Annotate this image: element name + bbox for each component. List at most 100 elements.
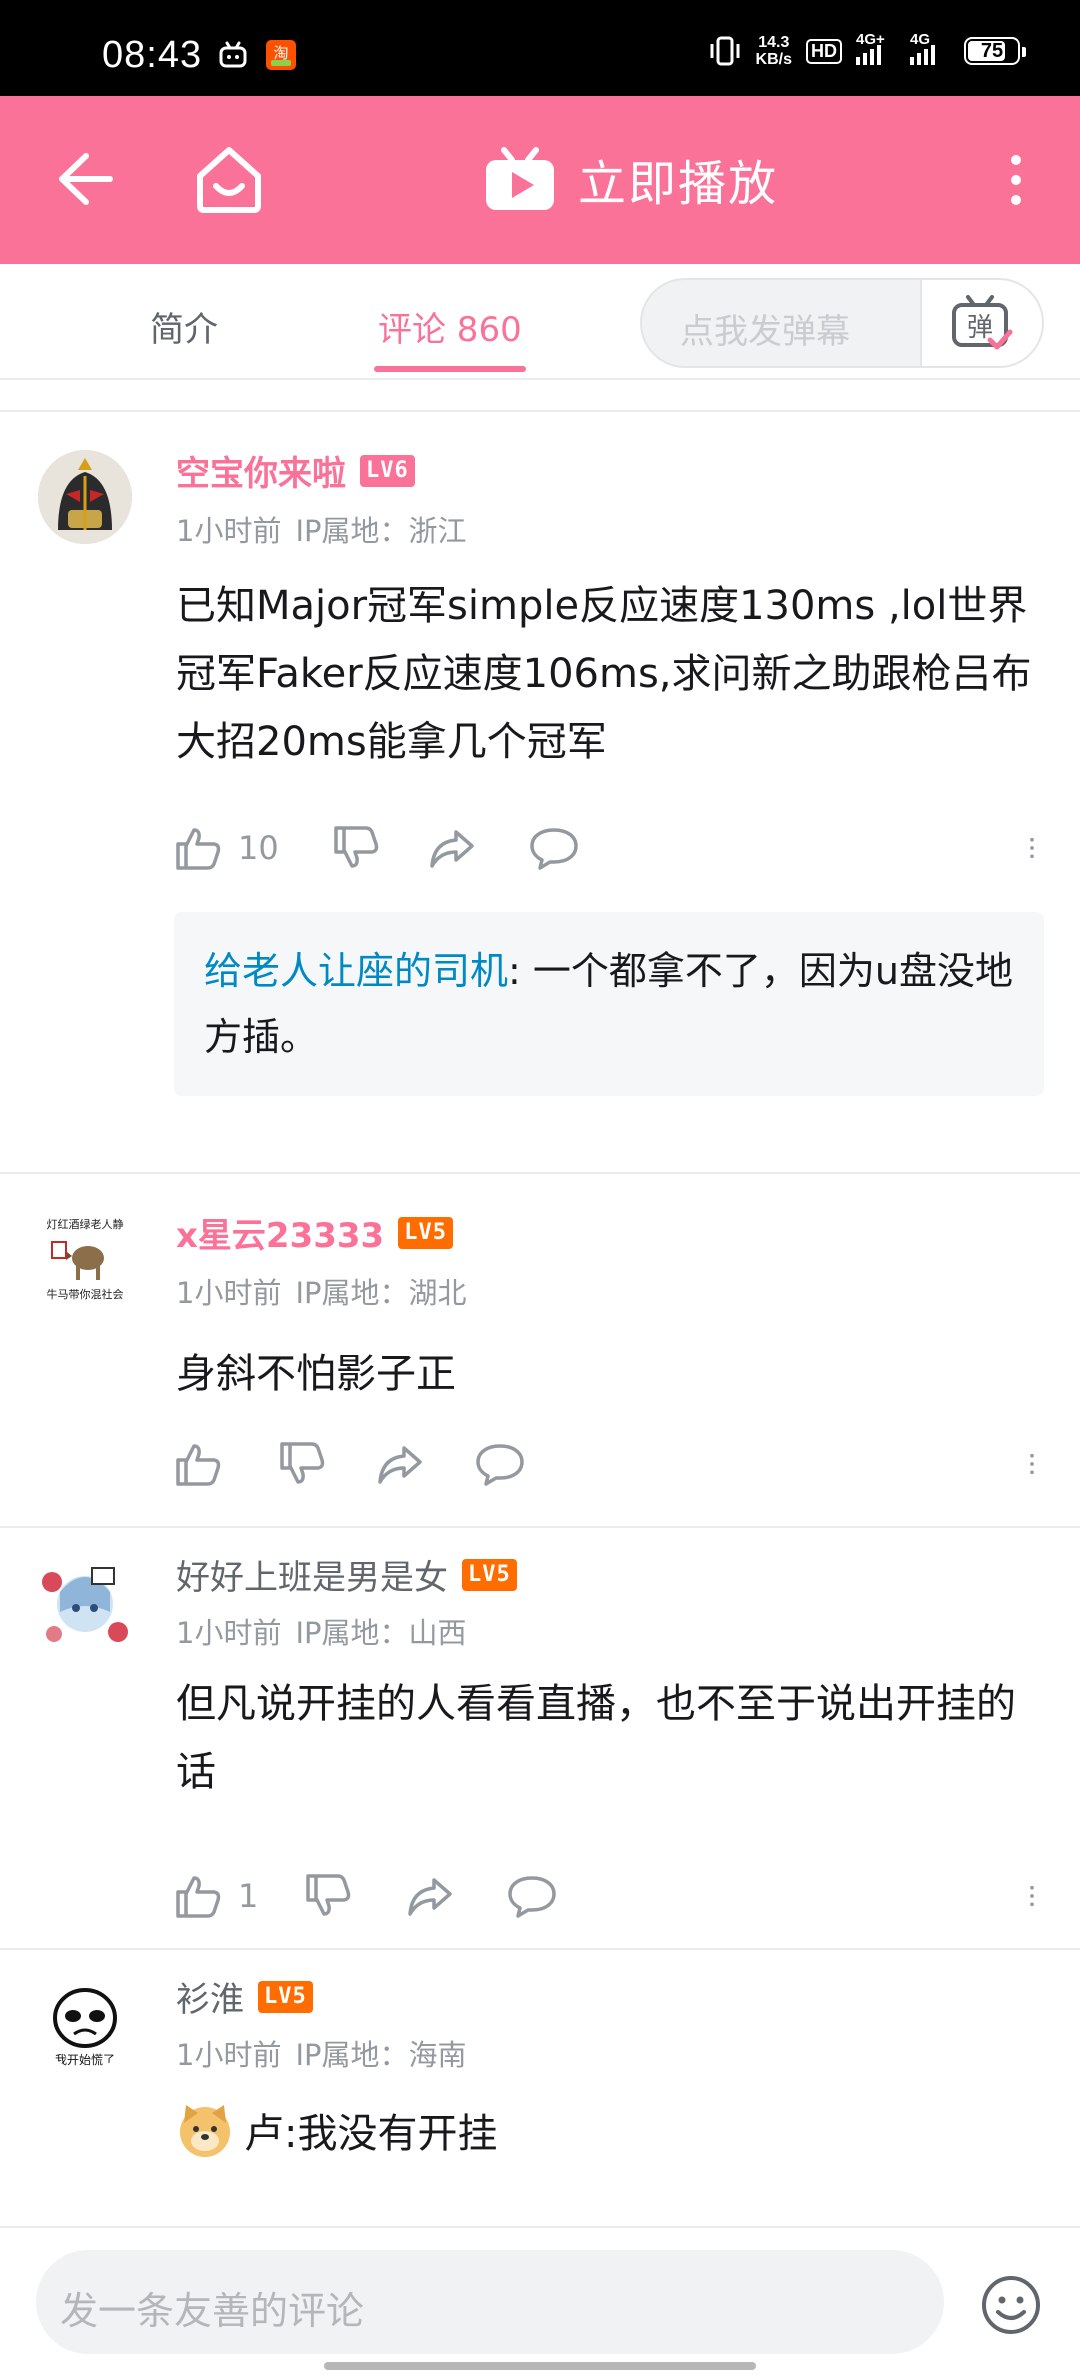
comment-bubble-icon: [476, 1444, 524, 1486]
comment-ip: IP属地：山西: [295, 1616, 467, 1650]
comment-meta: 1小时前 IP属地：浙江: [176, 508, 467, 550]
dislike-button[interactable]: [276, 1438, 328, 1490]
danmaku-button[interactable]: 弹: [920, 280, 1042, 366]
comment-ip: IP属地：浙江: [295, 514, 467, 548]
like-count: 1: [238, 1877, 259, 1915]
dislike-button[interactable]: [330, 822, 382, 874]
signal-icon-sim1: 4G+: [856, 31, 896, 65]
svg-text:我开始慌了: 我开始慌了: [55, 2053, 115, 2067]
share-button[interactable]: [426, 822, 478, 874]
reply-button[interactable]: [506, 1870, 558, 1922]
share-icon: [408, 1878, 452, 1916]
level-badge: LV5: [398, 1216, 453, 1249]
signal-icon-sim2: 4G: [910, 31, 950, 65]
comment-input-placeholder: 发一条友善的评论: [60, 2289, 365, 2333]
comment-time: 1小时前: [176, 1276, 282, 1310]
more-vertical-icon: [1030, 1453, 1034, 1475]
avatar[interactable]: 灯红酒绿老人静 牛马带你混社会: [38, 1212, 132, 1306]
svg-text:灯红酒绿老人静: 灯红酒绿老人静: [47, 1217, 124, 1231]
comment-time: 1小时前: [176, 514, 282, 548]
comment-more-button[interactable]: [1020, 822, 1044, 874]
username[interactable]: x星云23333 LV5: [176, 1208, 453, 1257]
comment-more-button[interactable]: [1020, 1870, 1044, 1922]
share-icon: [378, 1446, 422, 1484]
home-icon[interactable]: [192, 142, 266, 216]
thumbs-down-icon: [334, 826, 379, 868]
back-arrow-icon[interactable]: [52, 146, 118, 212]
taobao-notification-icon: 淘: [266, 40, 296, 70]
vibrate-icon: [710, 36, 740, 66]
comment-text: 已知Major冠军simple反应速度130ms ,lol世界冠军Faker反应…: [176, 583, 1032, 765]
comment-item: 我开始慌了 衫淮 LV5 1小时前 IP属地：海南 卢:我没有开挂: [0, 1948, 1080, 2226]
status-bar: 08:43 淘 14.3 KB/s HD 4G+ 4G 75: [0, 0, 1080, 96]
clock: 08:43: [102, 34, 203, 76]
tab-bar: 简介 评论 860 点我发弹幕 弹: [0, 264, 1080, 380]
reply-preview[interactable]: 给老人让座的司机: 一个都拿不了，因为u盘没地方插。: [174, 912, 1044, 1096]
active-tab-indicator: [374, 366, 526, 372]
reply-button[interactable]: [474, 1438, 526, 1490]
comment-text: 卢:我没有开挂: [176, 2100, 1046, 2168]
doge-emoji-icon: [180, 2105, 230, 2157]
more-vertical-icon: [1030, 1885, 1034, 1907]
reply-username[interactable]: 给老人让座的司机: [204, 949, 508, 993]
network-speed: 14.3 KB/s: [755, 34, 792, 68]
danmaku-input[interactable]: 点我发弹幕 弹: [640, 278, 1044, 368]
username[interactable]: 空宝你来啦 LV6: [176, 446, 415, 495]
username[interactable]: 衫淮 LV5: [176, 1972, 313, 2021]
danmaku-toggle-icon: 弹: [952, 295, 1013, 350]
comment-meta: 1小时前 IP属地：湖北: [176, 1270, 467, 1312]
username[interactable]: 好好上班是男是女 LV5: [176, 1550, 517, 1599]
thumbs-up-icon: [176, 1876, 221, 1918]
play-now-button[interactable]: 立即播放: [484, 144, 778, 214]
comment-text-content: 卢:我没有开挂: [244, 2111, 498, 2157]
avatar[interactable]: [38, 450, 132, 544]
battery-icon: 75: [964, 37, 1026, 65]
comment-input[interactable]: 发一条友善的评论: [36, 2250, 944, 2354]
more-vertical-icon[interactable]: [996, 152, 1036, 208]
emoji-picker-icon[interactable]: [980, 2274, 1042, 2336]
avatar-panda-meme-image: 我开始慌了: [40, 1980, 130, 2070]
avatar-horse-meme-image: 灯红酒绿老人静 牛马带你混社会: [38, 1212, 132, 1306]
comment-meta: 1小时前 IP属地：海南: [176, 2032, 467, 2074]
thumbs-up-icon: [176, 1444, 221, 1486]
comment-text: 但凡说开挂的人看看直播，也不至于说出开挂的话: [176, 1681, 1016, 1795]
thumbs-down-icon: [280, 1442, 325, 1484]
comment-bubble-icon: [508, 1876, 556, 1918]
comment-actions: 1: [172, 1870, 1044, 1926]
reply-button[interactable]: [528, 822, 580, 874]
avatar-rider-image: [38, 450, 132, 544]
top-bar: 立即播放: [0, 96, 1080, 264]
like-button[interactable]: 1: [172, 1870, 258, 1922]
bilibili-notification-icon: [219, 41, 247, 68]
avatar[interactable]: [30, 1552, 140, 1662]
comment-actions: [172, 1438, 1044, 1494]
home-indicator[interactable]: [324, 2362, 756, 2370]
tab-comments[interactable]: 评论 860: [378, 302, 522, 351]
level-badge: LV5: [462, 1558, 517, 1591]
comment-time: 1小时前: [176, 2038, 282, 2072]
svg-text:淘: 淘: [273, 44, 288, 62]
hd-badge: HD: [806, 38, 842, 64]
level-badge: LV6: [360, 454, 415, 487]
comment-actions: 10: [172, 822, 1044, 878]
avatar[interactable]: 我开始慌了: [40, 1980, 130, 2070]
like-button[interactable]: 10: [172, 822, 279, 874]
thumbs-down-icon: [306, 1874, 351, 1916]
comment-ip: IP属地：海南: [295, 2038, 467, 2072]
level-badge: LV5: [258, 1980, 313, 2013]
dislike-button[interactable]: [302, 1870, 354, 1922]
share-button[interactable]: [374, 1438, 426, 1490]
like-count: 10: [238, 829, 279, 867]
comment-item: 好好上班是男是女 LV5 1小时前 IP属地：山西 但凡说开挂的人看看直播，也不至…: [0, 1526, 1080, 1948]
comment-item: 空宝你来啦 LV6 1小时前 IP属地：浙江 已知Major冠军simple反应速…: [0, 410, 1080, 1172]
thumbs-up-icon: [176, 828, 221, 870]
share-icon: [430, 830, 474, 868]
avatar-anime-girl-image: [30, 1552, 140, 1662]
tab-intro[interactable]: 简介: [150, 302, 218, 351]
danmaku-placeholder: 点我发弹幕: [680, 312, 850, 352]
tv-play-icon: [486, 147, 554, 210]
comment-text: 身斜不怕影子正: [176, 1351, 456, 1397]
share-button[interactable]: [404, 1870, 456, 1922]
like-button[interactable]: [172, 1438, 238, 1490]
comment-more-button[interactable]: [1020, 1438, 1044, 1490]
